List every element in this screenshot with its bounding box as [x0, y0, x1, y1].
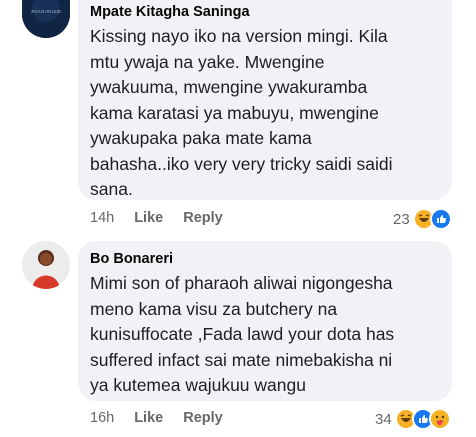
- comment-text: Mimi son of pharaoh aliwai nigongesha me…: [90, 273, 395, 395]
- avatar[interactable]: [22, 241, 70, 289]
- comment-text: Kissing nayo iko na version mingi. Kila …: [90, 26, 393, 199]
- avatar-logo-text: FOCUS ON GOD: [31, 9, 60, 14]
- comment-actions: 14h Like Reply: [90, 210, 223, 226]
- comment-1: FOCUS ON GOD Mpate Kitagha Saninga Kissi…: [0, 0, 476, 230]
- reply-button[interactable]: Reply: [183, 210, 223, 226]
- comment-actions: 16h Like Reply: [90, 410, 223, 426]
- comment-author[interactable]: Mpate Kitagha Saninga: [90, 4, 250, 20]
- comment-author[interactable]: Bo Bonareri: [90, 251, 173, 267]
- comment-timestamp[interactable]: 16h: [90, 410, 114, 426]
- avatar-image: [22, 241, 70, 289]
- care-icon: [428, 408, 451, 430]
- reaction-count: 23: [393, 210, 410, 228]
- comment-2: Bo Bonareri Mimi son of pharaoh aliwai n…: [0, 235, 476, 437]
- avatar-image: FOCUS ON GOD: [22, 0, 70, 38]
- reaction-summary[interactable]: 23: [393, 208, 452, 230]
- like-button[interactable]: Like: [134, 210, 163, 226]
- avatar[interactable]: FOCUS ON GOD: [22, 0, 70, 38]
- reaction-count: 34: [375, 410, 392, 428]
- reaction-summary[interactable]: 34: [375, 408, 451, 430]
- reply-button[interactable]: Reply: [183, 410, 223, 426]
- comment-timestamp[interactable]: 14h: [90, 210, 114, 226]
- like-button[interactable]: Like: [134, 410, 163, 426]
- like-icon: [429, 208, 452, 230]
